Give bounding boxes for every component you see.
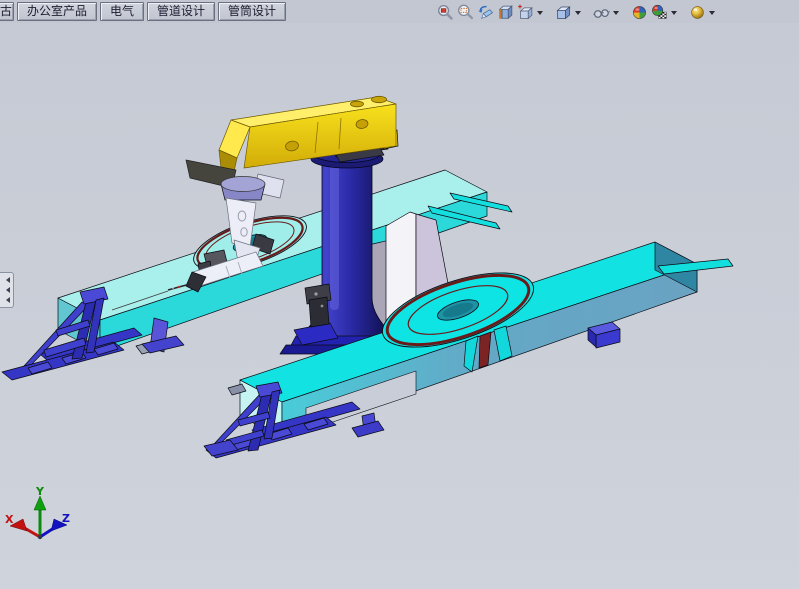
tab-tubing-design[interactable]: 管筒设计: [218, 2, 286, 21]
view-settings-dropdown-arrow[interactable]: [709, 11, 715, 18]
heads-up-view-toolbar: [437, 2, 721, 22]
command-manager-toolbar: 古 办公室产品 电气 管道设计 管筒设计: [0, 0, 799, 24]
graphics-viewport[interactable]: Y X Z: [0, 23, 799, 589]
zoom-to-area-icon[interactable]: [457, 4, 474, 21]
section-view-icon[interactable]: [497, 4, 514, 21]
edit-appearance-icon[interactable]: [631, 4, 648, 21]
previous-view-icon[interactable]: [477, 4, 494, 21]
flyout-left-arrow-icon: [3, 297, 10, 303]
triad-z-label: Z: [62, 512, 70, 525]
tab-piping-design[interactable]: 管道设计: [147, 2, 215, 21]
apply-scene-icon[interactable]: [651, 4, 668, 21]
hide-show-items-icon[interactable]: [593, 4, 610, 21]
view-orientation-icon[interactable]: [517, 4, 534, 21]
apply-scene-dropdown-arrow[interactable]: [671, 11, 677, 18]
triad-y-label: Y: [35, 485, 45, 498]
tab-electrical[interactable]: 电气: [100, 2, 144, 21]
display-style-dropdown-arrow[interactable]: [575, 11, 581, 18]
zoom-to-fit-icon[interactable]: [437, 4, 454, 21]
display-style-icon[interactable]: [555, 4, 572, 21]
hide-show-items-dropdown-arrow[interactable]: [613, 11, 619, 18]
view-orientation-dropdown-arrow[interactable]: [537, 11, 543, 18]
triad-x-label: X: [5, 513, 14, 526]
view-settings-icon[interactable]: [689, 4, 706, 21]
application-window: 古 办公室产品 电气 管道设计 管筒设计: [0, 0, 799, 589]
feature-panel-flyout-button[interactable]: [0, 272, 14, 308]
flyout-left-arrow-icon: [3, 277, 10, 283]
command-tabs: 古 办公室产品 电气 管道设计 管筒设计: [0, 0, 286, 23]
tab-clipped[interactable]: 古: [0, 2, 14, 21]
flyout-left-arrow-icon: [3, 287, 10, 293]
tab-office-products[interactable]: 办公室产品: [17, 2, 97, 21]
